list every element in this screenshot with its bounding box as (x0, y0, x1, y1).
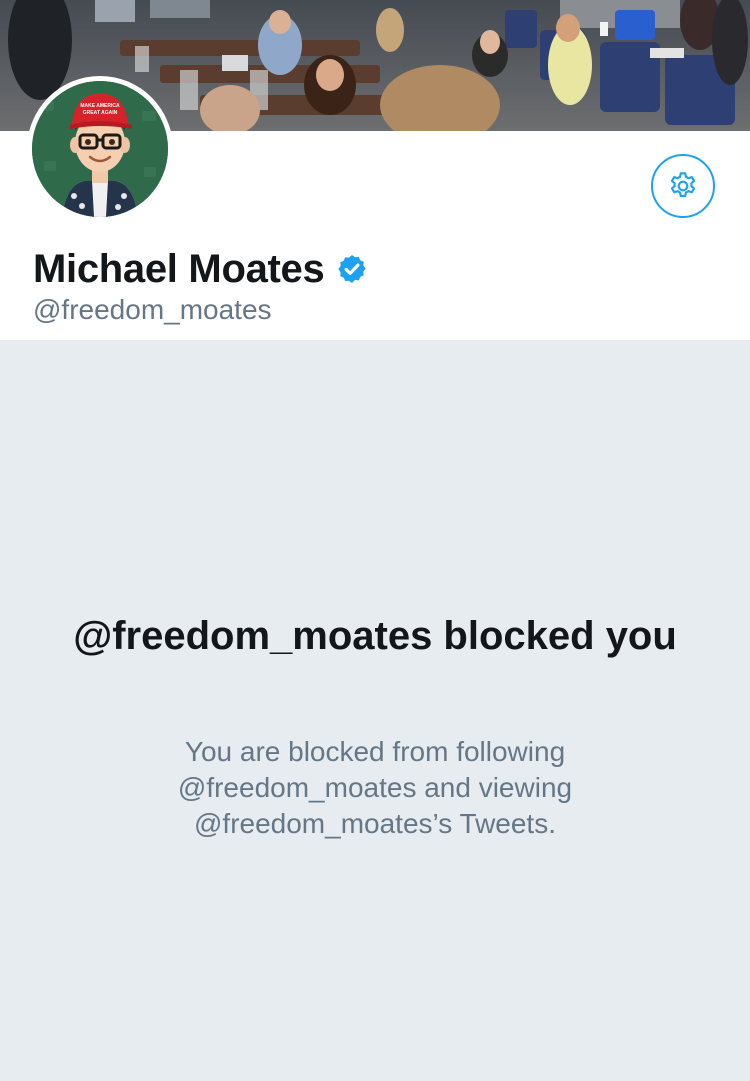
profile-avatar[interactable]: MAKE AMERICA GREAT AGAIN (27, 76, 173, 222)
blocked-title: @freedom_moates blocked you (73, 614, 677, 658)
avatar-image: MAKE AMERICA GREAT AGAIN (32, 81, 168, 217)
svg-text:MAKE AMERICA: MAKE AMERICA (80, 103, 120, 109)
blocked-notice: @freedom_moates blocked you You are bloc… (0, 340, 750, 1081)
svg-text:GREAT AGAIN: GREAT AGAIN (83, 110, 118, 116)
verified-badge-icon (338, 255, 367, 283)
gear-icon (670, 172, 696, 198)
profile-name: Michael Moates (33, 246, 325, 291)
profile-handle: @freedom_moates (33, 294, 272, 325)
settings-button[interactable] (651, 154, 715, 218)
blocked-description: You are blocked from following @freedom_… (177, 736, 573, 839)
profile-name-row: Michael Moates (33, 244, 368, 294)
